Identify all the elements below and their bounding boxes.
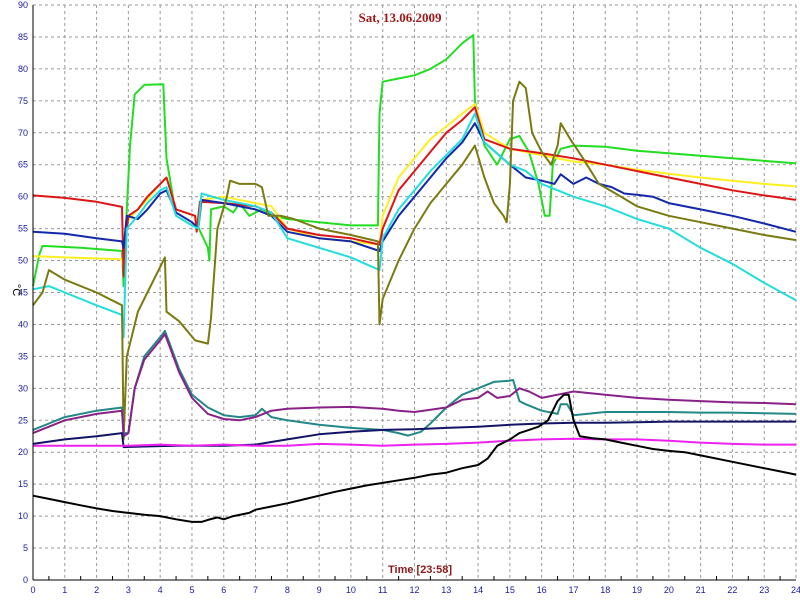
temperature-chart: 0 1 2 3 4 5 6 7 8 9 10 11 12 13 14 15 16 17 18 19 20 21 22 23 24… — [0, 0, 800, 600]
x-tick-label: 8 — [285, 585, 290, 595]
y-tick-label: 35 — [18, 351, 28, 361]
y-tick-label: 10 — [18, 511, 28, 521]
x-tick-label: 3 — [126, 585, 131, 595]
x-tick-label: 20 — [664, 585, 674, 595]
x-tick-label: 14 — [473, 585, 483, 595]
y-tick-label: 0 — [23, 575, 28, 585]
y-tick-label: 70 — [18, 128, 28, 138]
chart-title: Sat, 13.06.2009 — [358, 10, 442, 25]
x-tick-label: 0 — [30, 585, 35, 595]
x-tick-label: 13 — [441, 585, 451, 595]
x-tick-label: 24 — [791, 585, 800, 595]
x-tick-label: 2 — [94, 585, 99, 595]
x-tick-label: 23 — [759, 585, 769, 595]
y-tick-label: 85 — [18, 32, 28, 42]
x-tick-label: 10 — [346, 585, 356, 595]
x-tick-label: 9 — [317, 585, 322, 595]
x-tick-label: 15 — [505, 585, 515, 595]
x-tick-label: 18 — [600, 585, 610, 595]
y-tick-label: 15 — [18, 479, 28, 489]
x-tick-label: 6 — [221, 585, 226, 595]
x-tick-label: 1 — [62, 585, 67, 595]
y-tick-label: 90 — [18, 0, 28, 10]
y-tick-label: 40 — [18, 319, 28, 329]
x-tick-label: 12 — [409, 585, 419, 595]
chart-background — [0, 0, 800, 600]
x-tick-label: 19 — [632, 585, 642, 595]
x-axis-label: Time [23:58] — [388, 564, 452, 576]
x-tick-label: 11 — [378, 585, 387, 595]
y-tick-label: 5 — [23, 543, 28, 553]
y-tick-label: 80 — [18, 64, 28, 74]
x-tick-label: 22 — [727, 585, 737, 595]
x-tick-label: 4 — [158, 585, 163, 595]
y-tick-label: 50 — [18, 256, 28, 266]
x-tick-label: 17 — [568, 585, 578, 595]
y-tick-label: 25 — [18, 415, 28, 425]
y-tick-label: 65 — [18, 160, 28, 170]
x-tick-label: 21 — [696, 585, 706, 595]
x-tick-label: 16 — [537, 585, 547, 595]
y-tick-label: 20 — [18, 447, 28, 457]
y-tick-label: 30 — [18, 383, 28, 393]
y-tick-label: 55 — [18, 224, 28, 234]
x-tick-label: 5 — [189, 585, 194, 595]
y-axis-label: °C — [10, 284, 22, 296]
y-tick-label: 75 — [18, 96, 28, 106]
y-tick-label: 60 — [18, 192, 28, 202]
x-tick-label: 7 — [253, 585, 258, 595]
